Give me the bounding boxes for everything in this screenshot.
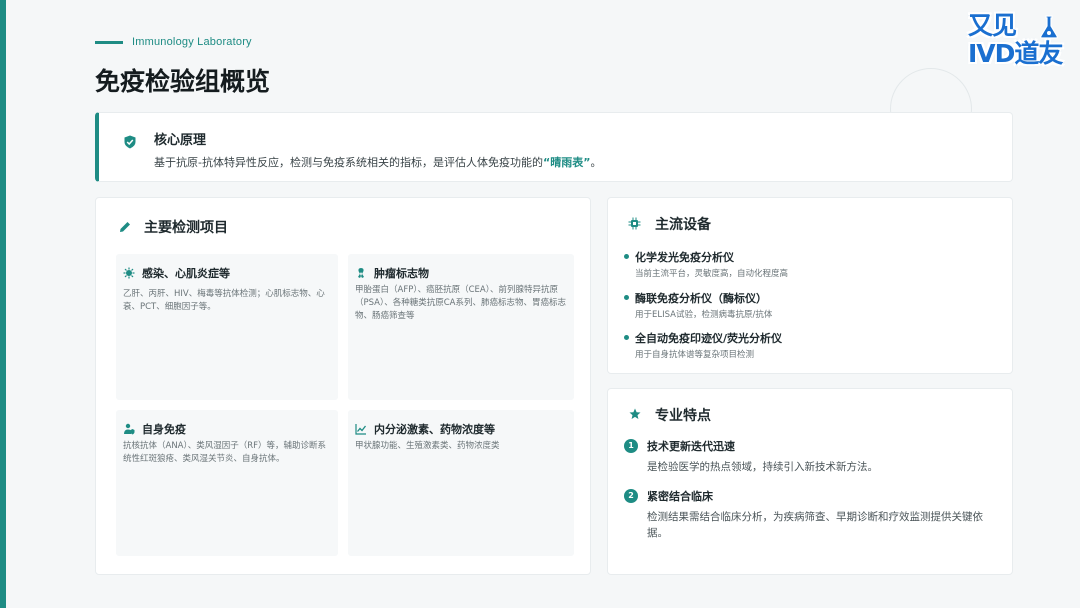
test-item-title: 肿瘤标志物 bbox=[374, 267, 429, 280]
main-test-items-card: 主要检测项目 感染、心肌炎症等 乙肝、丙肝、HIV、梅毒等抗体检测；心肌标志物、… bbox=[95, 197, 591, 575]
chip-icon bbox=[628, 217, 641, 230]
left-accent-stripe bbox=[0, 0, 6, 608]
principle-highlight: “晴雨表” bbox=[542, 156, 591, 169]
equipment-name: 全自动免疫印迹仪/荧光分析仪 bbox=[635, 332, 783, 345]
feature-desc: 检测结果需结合临床分析，为疾病筛查、早期诊断和疗效监测提供关键依据。 bbox=[647, 511, 983, 539]
principle-title: 核心原理 bbox=[154, 133, 207, 148]
pencil-icon bbox=[120, 222, 130, 232]
test-item-card-tumor: 肿瘤标志物 甲胎蛋白（AFP）、癌胚抗原（CEA）、前列腺特异抗原（PSA）、各… bbox=[348, 254, 574, 400]
principle-desc-text: 基于抗原-抗体特异性反应，检测与免疫系统相关的指标，是评估人体免疫功能的 bbox=[154, 156, 543, 169]
brand-logo: 又见 IVD道友 bbox=[968, 12, 1064, 72]
feature-number-badge: 2 bbox=[624, 489, 638, 503]
test-item-title: 自身免疫 bbox=[142, 423, 186, 436]
features-title: 专业特点 bbox=[655, 408, 711, 424]
test-item-title: 感染、心肌炎症等 bbox=[142, 267, 230, 280]
feature-desc: 是检验医学的热点领域，持续引入新技术新方法。 bbox=[647, 461, 878, 473]
equipment-name: 化学发光免疫分析仪 bbox=[635, 251, 734, 264]
test-item-card-hormone: 内分泌激素、药物浓度等 甲状腺功能、生殖激素类、药物浓度类 bbox=[348, 410, 574, 556]
test-items-title: 主要检测项目 bbox=[144, 220, 228, 236]
bullet-dot bbox=[624, 335, 629, 340]
bullet-dot bbox=[624, 254, 629, 259]
logo-line-2: IVD道友 bbox=[968, 39, 1063, 68]
flask-icon bbox=[1040, 15, 1058, 39]
equipment-desc: 用于ELISA试验，检测病毒抗原/抗体 bbox=[635, 310, 773, 320]
page-subtitle: Immunology Laboratory bbox=[132, 36, 252, 48]
feature-item: 1 技术更新迭代迅速 是检验医学的热点领域，持续引入新技术新方法。 bbox=[624, 438, 996, 478]
star-icon bbox=[629, 408, 641, 419]
equipment-name: 酶联免疫分析仪（酶标仪） bbox=[635, 292, 767, 305]
feature-title: 技术更新迭代迅速 bbox=[647, 440, 735, 453]
feature-number-badge: 1 bbox=[624, 439, 638, 453]
ribbon-icon bbox=[358, 268, 364, 278]
bullet-dot bbox=[624, 295, 629, 300]
shield-check-icon bbox=[124, 135, 136, 149]
main-equipment-card: 主流设备 化学发光免疫分析仪 当前主流平台，灵敏度高，自动化程度高 酶联免疫分析… bbox=[607, 197, 1013, 374]
test-item-desc: 抗核抗体（ANA）、类风湿因子（RF）等，辅助诊断系统性红斑狼疮、类风湿关节炎、… bbox=[123, 441, 327, 464]
core-principle-card: 核心原理 基于抗原-抗体特异性反应，检测与免疫系统相关的指标，是评估人体免疫功能… bbox=[95, 112, 1013, 182]
test-item-desc: 甲胎蛋白（AFP）、癌胚抗原（CEA）、前列腺特异抗原（PSA）、各种糖类抗原C… bbox=[355, 285, 566, 321]
virus-icon bbox=[123, 267, 135, 279]
user-shield-icon bbox=[124, 423, 135, 435]
chart-line-icon bbox=[355, 424, 367, 435]
test-item-desc: 甲状腺功能、生殖激素类、药物浓度类 bbox=[355, 441, 500, 451]
page-title: 免疫检验组概览 bbox=[95, 67, 271, 96]
test-item-desc: 乙肝、丙肝、HIV、梅毒等抗体检测；心肌标志物、心衰、PCT、细胞因子等。 bbox=[123, 289, 325, 312]
principle-description: 基于抗原-抗体特异性反应，检测与免疫系统相关的指标，是评估人体免疫功能的“晴雨表… bbox=[154, 154, 601, 170]
test-item-title: 内分泌激素、药物浓度等 bbox=[374, 423, 495, 436]
subtitle-accent-line bbox=[95, 41, 123, 44]
equipment-title: 主流设备 bbox=[655, 217, 711, 233]
equipment-desc: 用于自身抗体谱等复杂项目检测 bbox=[635, 350, 755, 360]
equipment-desc: 当前主流平台，灵敏度高，自动化程度高 bbox=[635, 269, 789, 279]
test-item-card-autoimmune: 自身免疫 抗核抗体（ANA）、类风湿因子（RF）等，辅助诊断系统性红斑狼疮、类风… bbox=[116, 410, 338, 556]
principle-desc-end: 。 bbox=[590, 156, 602, 169]
professional-features-card: 专业特点 1 技术更新迭代迅速 是检验医学的热点领域，持续引入新技术新方法。 2… bbox=[607, 388, 1013, 575]
feature-title: 紧密结合临床 bbox=[647, 490, 713, 503]
test-item-card-infection: 感染、心肌炎症等 乙肝、丙肝、HIV、梅毒等抗体检测；心肌标志物、心衰、PCT、… bbox=[116, 254, 338, 400]
feature-item: 2 紧密结合临床 检测结果需结合临床分析，为疾病筛查、早期诊断和疗效监测提供关键… bbox=[624, 488, 996, 548]
